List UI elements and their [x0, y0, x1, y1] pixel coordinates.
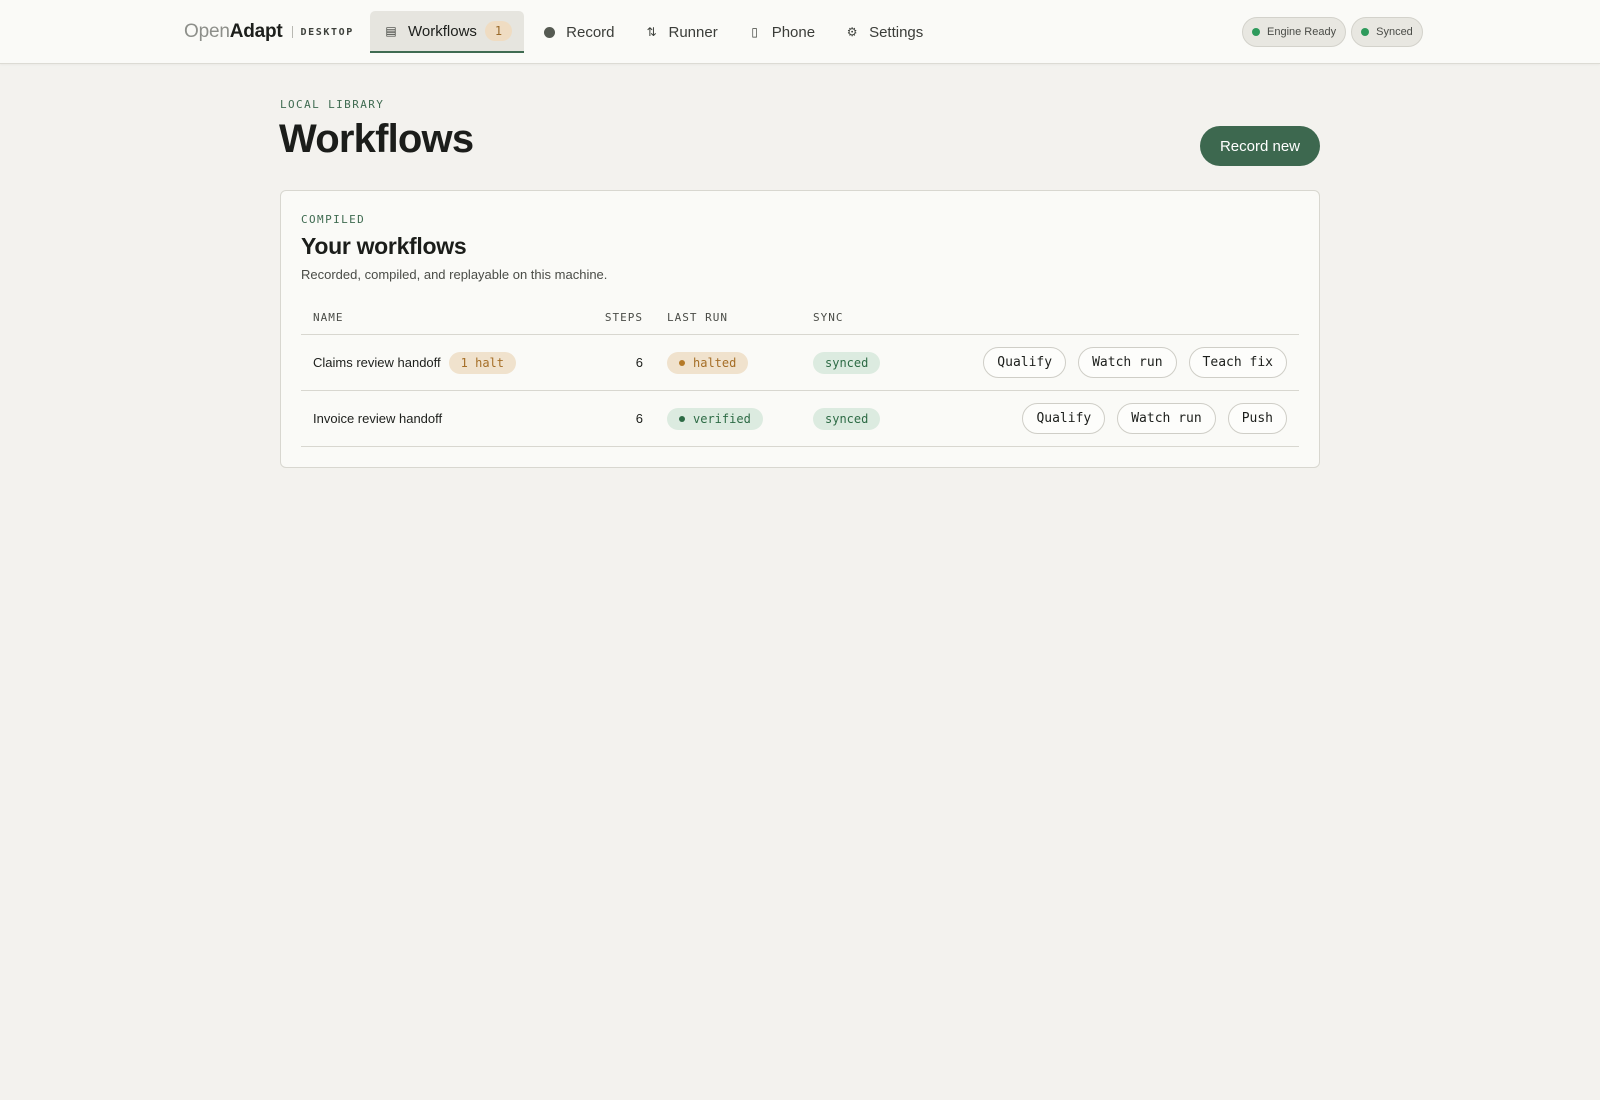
status-dot-icon	[1252, 28, 1260, 36]
status-pill-synced: Synced	[1351, 17, 1423, 47]
tab-phone[interactable]: ▯ Phone	[734, 11, 827, 53]
sync-cell: synced	[813, 335, 881, 390]
tab-workflows[interactable]: ▤ Workflows 1	[370, 11, 525, 53]
sync-badge: synced	[813, 351, 881, 374]
status-dot-icon	[679, 415, 685, 422]
halt-count-badge: 1 halt	[448, 351, 517, 374]
record-dot-icon	[542, 26, 556, 38]
brand-logo: Open Adapt DESKTOP	[184, 20, 354, 44]
workflow-name: Claims review handoff	[313, 355, 441, 370]
status-dot-icon	[679, 359, 685, 366]
last-run-badge: verified	[667, 407, 763, 430]
brand-adapt-text: Adapt	[229, 21, 283, 42]
tab-label: Record	[566, 23, 615, 41]
brand-subtitle: DESKTOP	[300, 26, 354, 38]
tab-record[interactable]: Record	[528, 11, 626, 53]
swap-arrows-icon: ⇅	[646, 25, 657, 39]
column-header-last-run: LAST RUN	[667, 311, 728, 324]
qualify-button[interactable]: Qualify	[1022, 403, 1106, 434]
status-label: Engine Ready	[1267, 26, 1337, 38]
card-subtitle: Recorded, compiled, and replayable on th…	[301, 267, 608, 282]
sync-badge: synced	[813, 407, 881, 430]
phone-icon: ▯	[751, 25, 758, 39]
brand-divider	[291, 26, 293, 38]
top-bar: Open Adapt DESKTOP ▤ Workflows 1 Record ⇅ Run…	[0, 0, 1600, 64]
workflows-card: COMPILED Your workflows Recorded, compil…	[280, 190, 1320, 468]
steps-value: 6	[635, 411, 643, 426]
last-run-cell: verified	[667, 391, 763, 446]
status-dot-icon	[1361, 28, 1370, 36]
column-header-name: NAME	[313, 311, 344, 324]
status-indicators: Engine Ready Synced	[1242, 17, 1428, 47]
watch-run-button[interactable]: Watch run	[1117, 403, 1216, 434]
column-header-sync: SYNC	[813, 311, 844, 324]
last-run-badge: halted	[667, 351, 749, 374]
last-run-label: halted	[693, 355, 737, 370]
table-body: Claims review handoff 1 halt 6 halted synced…	[301, 335, 1299, 447]
tab-label: Workflows	[408, 22, 477, 40]
teach-fix-button[interactable]: Teach fix	[1188, 347, 1287, 378]
table-row: Invoice review handoff 6 verified synced Qua…	[301, 391, 1299, 447]
workflow-name: Invoice review handoff	[313, 411, 443, 426]
workflow-name-cell: Claims review handoff 1 halt	[313, 335, 517, 390]
page-title: Workflows	[279, 117, 474, 161]
column-header-steps: STEPS	[604, 311, 643, 324]
tab-runner[interactable]: ⇅ Runner	[631, 11, 730, 53]
tab-label: Runner	[668, 23, 718, 41]
main-nav: ▤ Workflows 1 Record ⇅ Runner ▯ Phone ⚙ Settings	[370, 11, 939, 53]
card-title: Your workflows	[301, 233, 467, 259]
gear-icon: ⚙	[846, 25, 858, 39]
status-pill-engine-ready: Engine Ready	[1242, 17, 1347, 47]
tab-label: Phone	[771, 23, 816, 41]
workflow-name-cell: Invoice review handoff	[313, 391, 442, 446]
count-badge: 1	[484, 21, 513, 41]
watch-run-button[interactable]: Watch run	[1078, 347, 1177, 378]
sync-cell: synced	[813, 391, 881, 446]
steps-value: 6	[635, 355, 643, 370]
status-label: Synced	[1376, 26, 1413, 38]
last-run-cell: halted	[667, 335, 749, 390]
qualify-button[interactable]: Qualify	[983, 347, 1067, 378]
table-header: NAME STEPS LAST RUN SYNC	[301, 297, 1299, 335]
record-new-button[interactable]: Record new	[1200, 126, 1320, 166]
card-eyebrow: COMPILED	[301, 213, 366, 226]
row-actions: Qualify Watch run Push	[1010, 391, 1287, 446]
table-row: Claims review handoff 1 halt 6 halted synced…	[301, 335, 1299, 391]
tab-label: Settings	[869, 23, 924, 41]
workflows-table: NAME STEPS LAST RUN SYNC Claims review h…	[301, 297, 1299, 447]
last-run-label: verified	[693, 411, 751, 426]
page-eyebrow: LOCAL LIBRARY	[280, 98, 385, 111]
list-icon: ▤	[385, 24, 397, 38]
tab-settings[interactable]: ⚙ Settings	[831, 11, 935, 53]
brand-open-text: Open	[184, 21, 230, 42]
row-actions: Qualify Watch run Teach fix	[971, 335, 1287, 390]
push-button[interactable]: Push	[1227, 403, 1287, 434]
